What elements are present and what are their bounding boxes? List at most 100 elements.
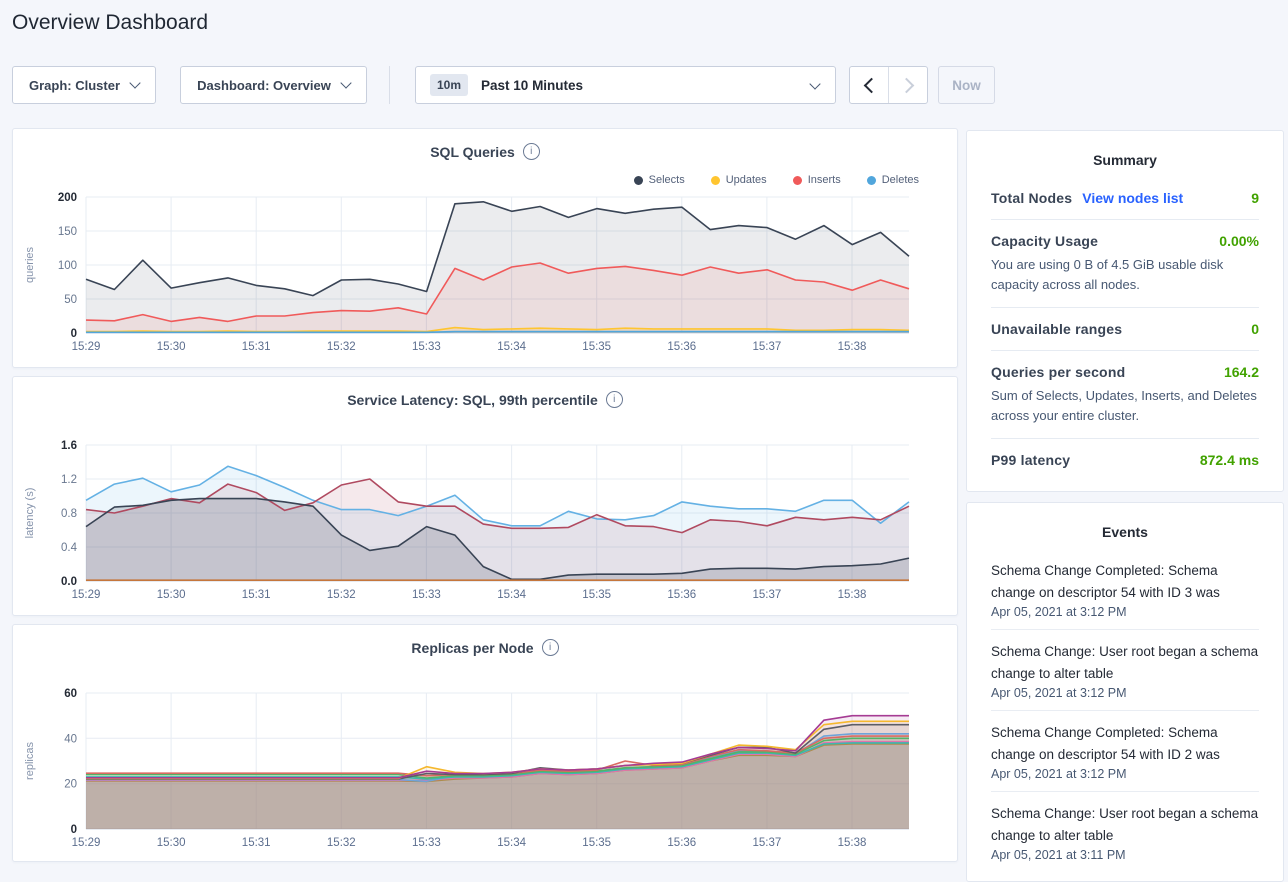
service-latency-card: Service Latency: SQL, 99th percentile i … bbox=[12, 376, 958, 616]
svg-text:0: 0 bbox=[71, 328, 77, 340]
time-range-label: Past 10 Minutes bbox=[481, 78, 583, 93]
replicas-per-node-chart[interactable]: 15:2915:3015:3115:3215:3315:3415:3515:36… bbox=[13, 625, 959, 861]
chevron-left-icon bbox=[863, 77, 879, 93]
svg-text:15:37: 15:37 bbox=[753, 837, 782, 849]
summary-value: 0.00% bbox=[1219, 233, 1259, 249]
svg-text:queries: queries bbox=[24, 246, 36, 283]
svg-text:15:36: 15:36 bbox=[667, 837, 696, 849]
svg-text:15:31: 15:31 bbox=[242, 341, 271, 353]
summary-panel: Summary Total Nodes View nodes list 9 Ca… bbox=[966, 130, 1284, 492]
summary-value: 9 bbox=[1251, 190, 1259, 206]
prev-time-button[interactable] bbox=[850, 67, 888, 103]
event-item: Schema Change Completed: Schema change o… bbox=[991, 549, 1259, 630]
legend-item-selects[interactable]: Selects bbox=[634, 174, 685, 186]
svg-text:1.6: 1.6 bbox=[61, 440, 77, 452]
legend-label: Inserts bbox=[808, 174, 841, 186]
page-title: Overview Dashboard bbox=[12, 11, 208, 35]
svg-text:100: 100 bbox=[58, 260, 77, 272]
summary-label: Total Nodes bbox=[991, 190, 1072, 206]
event-timestamp: Apr 05, 2021 at 3:12 PM bbox=[991, 767, 1259, 781]
event-item: Schema Change: User root began a schema … bbox=[991, 792, 1259, 872]
svg-text:15:31: 15:31 bbox=[242, 589, 271, 601]
svg-text:15:29: 15:29 bbox=[72, 341, 101, 353]
summary-label: Unavailable ranges bbox=[991, 321, 1122, 337]
graph-dropdown-label: Graph: Cluster bbox=[29, 78, 120, 93]
series-dot-icon bbox=[867, 176, 876, 185]
svg-text:15:37: 15:37 bbox=[753, 341, 782, 353]
chart-title: Service Latency: SQL, 99th percentile bbox=[347, 392, 598, 408]
svg-text:15:29: 15:29 bbox=[72, 589, 101, 601]
summary-description: You are using 0 B of 4.5 GiB usable disk… bbox=[991, 255, 1259, 294]
svg-text:latency (s): latency (s) bbox=[24, 488, 36, 539]
event-message: Schema Change Completed: Schema change o… bbox=[991, 560, 1259, 604]
event-item: Schema Change: User root began a schema … bbox=[991, 630, 1259, 711]
time-step-group bbox=[849, 66, 928, 104]
sql-queries-chart[interactable]: 15:2915:3015:3115:3215:3315:3415:3515:36… bbox=[13, 129, 959, 367]
chevron-down-icon bbox=[809, 78, 820, 89]
replicas-per-node-card: Replicas per Node i 15:2915:3015:3115:32… bbox=[12, 624, 958, 862]
next-time-button[interactable] bbox=[888, 67, 927, 103]
svg-text:15:36: 15:36 bbox=[667, 589, 696, 601]
sql-queries-card: SQL Queries i Selects Updates Inserts De… bbox=[12, 128, 958, 368]
svg-text:15:34: 15:34 bbox=[497, 589, 526, 601]
svg-text:replicas: replicas bbox=[24, 742, 36, 780]
svg-text:0.8: 0.8 bbox=[61, 508, 77, 520]
chart-legend: Selects Updates Inserts Deletes bbox=[634, 174, 919, 186]
graph-dropdown[interactable]: Graph: Cluster bbox=[12, 66, 156, 104]
svg-text:20: 20 bbox=[64, 779, 77, 791]
svg-text:60: 60 bbox=[64, 688, 77, 700]
view-nodes-list-link[interactable]: View nodes list bbox=[1082, 190, 1183, 206]
legend-item-updates[interactable]: Updates bbox=[711, 174, 767, 186]
chart-title: SQL Queries bbox=[430, 144, 515, 160]
summary-value: 0 bbox=[1251, 321, 1259, 337]
summary-value: 164.2 bbox=[1224, 364, 1259, 380]
event-message: Schema Change: User root began a schema … bbox=[991, 803, 1259, 847]
event-message: Schema Change: User root began a schema … bbox=[991, 641, 1259, 685]
svg-text:15:36: 15:36 bbox=[667, 341, 696, 353]
legend-item-deletes[interactable]: Deletes bbox=[867, 174, 919, 186]
event-timestamp: Apr 05, 2021 at 3:12 PM bbox=[991, 605, 1259, 619]
svg-text:15:35: 15:35 bbox=[582, 837, 611, 849]
chevron-down-icon bbox=[340, 77, 351, 88]
chevron-down-icon bbox=[129, 77, 140, 88]
info-icon[interactable]: i bbox=[542, 639, 559, 656]
svg-text:0: 0 bbox=[71, 824, 77, 836]
time-range-badge: 10m bbox=[430, 74, 468, 96]
summary-row-p99-latency: P99 latency 872.4 ms bbox=[991, 439, 1259, 481]
svg-text:15:37: 15:37 bbox=[753, 589, 782, 601]
svg-text:150: 150 bbox=[58, 226, 77, 238]
svg-text:15:35: 15:35 bbox=[582, 341, 611, 353]
time-range-selector[interactable]: 10m Past 10 Minutes bbox=[415, 66, 836, 104]
svg-text:15:32: 15:32 bbox=[327, 837, 356, 849]
svg-text:15:30: 15:30 bbox=[157, 837, 186, 849]
events-title: Events bbox=[967, 503, 1283, 549]
summary-label: Capacity Usage bbox=[991, 233, 1098, 249]
summary-value: 872.4 ms bbox=[1200, 452, 1259, 468]
info-icon[interactable]: i bbox=[523, 143, 540, 160]
svg-text:40: 40 bbox=[64, 733, 77, 745]
summary-row-total-nodes: Total Nodes View nodes list 9 bbox=[991, 177, 1259, 220]
event-message: Schema Change Completed: Schema change o… bbox=[991, 722, 1259, 766]
info-icon[interactable]: i bbox=[606, 391, 623, 408]
svg-text:15:30: 15:30 bbox=[157, 341, 186, 353]
service-latency-chart[interactable]: 15:2915:3015:3115:3215:3315:3415:3515:36… bbox=[13, 377, 959, 615]
svg-text:15:34: 15:34 bbox=[497, 837, 526, 849]
dashboard-dropdown[interactable]: Dashboard: Overview bbox=[180, 66, 367, 104]
event-timestamp: Apr 05, 2021 at 3:11 PM bbox=[991, 848, 1259, 862]
events-panel: Events Schema Change Completed: Schema c… bbox=[966, 502, 1284, 882]
dashboard-dropdown-label: Dashboard: Overview bbox=[197, 78, 331, 93]
summary-description: Sum of Selects, Updates, Inserts, and De… bbox=[991, 386, 1259, 425]
svg-text:15:38: 15:38 bbox=[838, 341, 867, 353]
svg-text:200: 200 bbox=[58, 192, 77, 204]
svg-text:1.2: 1.2 bbox=[61, 474, 77, 486]
svg-text:15:33: 15:33 bbox=[412, 341, 441, 353]
svg-text:15:33: 15:33 bbox=[412, 837, 441, 849]
event-item: Schema Change Completed: Schema change o… bbox=[991, 711, 1259, 792]
svg-text:15:33: 15:33 bbox=[412, 589, 441, 601]
legend-label: Deletes bbox=[882, 174, 919, 186]
legend-item-inserts[interactable]: Inserts bbox=[793, 174, 841, 186]
now-button[interactable]: Now bbox=[938, 66, 995, 104]
svg-text:15:31: 15:31 bbox=[242, 837, 271, 849]
svg-text:15:38: 15:38 bbox=[838, 837, 867, 849]
chart-title: Replicas per Node bbox=[411, 640, 533, 656]
